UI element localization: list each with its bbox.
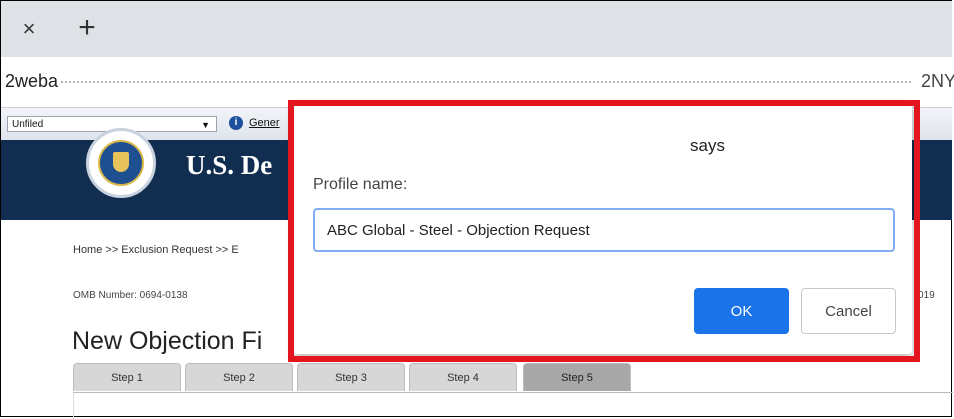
dropdown-arrow-icon: ▼ bbox=[201, 120, 210, 130]
expiration-date-fragment: 019 bbox=[918, 290, 935, 301]
tab-strip: × + bbox=[1, 1, 952, 57]
url-text-end: 2NY bbox=[921, 71, 954, 91]
profile-name-input[interactable] bbox=[313, 208, 895, 252]
dialog-title: says bbox=[690, 136, 725, 155]
agency-name: U.S. De bbox=[186, 150, 273, 180]
url-obscured bbox=[61, 81, 911, 85]
address-bar[interactable]: 2weba 2NY bbox=[1, 57, 954, 108]
new-tab-icon[interactable]: + bbox=[71, 13, 103, 45]
info-icon[interactable]: i bbox=[229, 116, 243, 130]
cancel-button[interactable]: Cancel bbox=[801, 288, 896, 334]
url-text: 2weba bbox=[5, 71, 59, 91]
department-seal-icon bbox=[86, 128, 156, 198]
tab-step-2[interactable]: Step 2 bbox=[185, 363, 293, 391]
close-tab-icon[interactable]: × bbox=[15, 15, 43, 43]
tab-step-4[interactable]: Step 4 bbox=[409, 363, 517, 391]
tab-step-1[interactable]: Step 1 bbox=[73, 363, 181, 391]
prompt-dialog: says Profile name: OK Cancel bbox=[293, 103, 912, 354]
tab-step-3[interactable]: Step 3 bbox=[297, 363, 405, 391]
ok-button[interactable]: OK bbox=[694, 288, 789, 334]
breadcrumb[interactable]: Home >> Exclusion Request >> E bbox=[73, 244, 239, 256]
toolbar-link[interactable]: Gener bbox=[249, 117, 280, 129]
profile-name-label: Profile name: bbox=[313, 176, 408, 193]
step-content-panel bbox=[73, 392, 953, 419]
seal-inner bbox=[98, 140, 144, 186]
tab-step-5[interactable]: Step 5 bbox=[523, 363, 631, 391]
page-title: New Objection Fi bbox=[72, 327, 263, 355]
step-tabs: Step 1 Step 2 Step 3 Step 4 Step 5 bbox=[73, 363, 953, 393]
omb-number: OMB Number: 0694-0138 bbox=[73, 290, 188, 301]
seal-shield-icon bbox=[113, 152, 129, 172]
folder-select-value: Unfiled bbox=[12, 119, 44, 130]
